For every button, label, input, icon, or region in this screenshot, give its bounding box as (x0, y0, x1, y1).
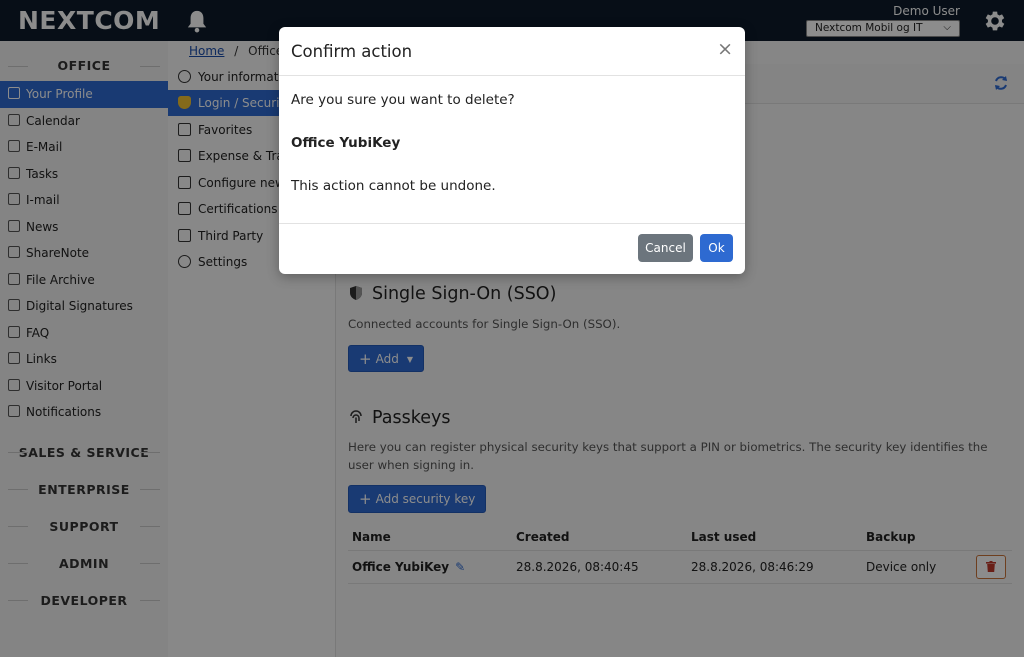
cancel-button[interactable]: Cancel (638, 234, 693, 262)
dialog-warning: This action cannot be undone. (291, 178, 496, 194)
close-icon[interactable]: × (717, 40, 733, 59)
ok-button[interactable]: Ok (700, 234, 733, 262)
dialog-footer: Cancel Ok (279, 224, 745, 274)
dialog-item-name: Office YubiKey (291, 135, 401, 151)
dialog-header: Confirm action × (279, 27, 745, 76)
dialog-question: Are you sure you want to delete? (291, 92, 515, 108)
dialog-title: Confirm action (291, 42, 413, 61)
dialog-body: Are you sure you want to delete? Office … (279, 76, 745, 224)
confirm-dialog: Confirm action × Are you sure you want t… (279, 27, 745, 274)
